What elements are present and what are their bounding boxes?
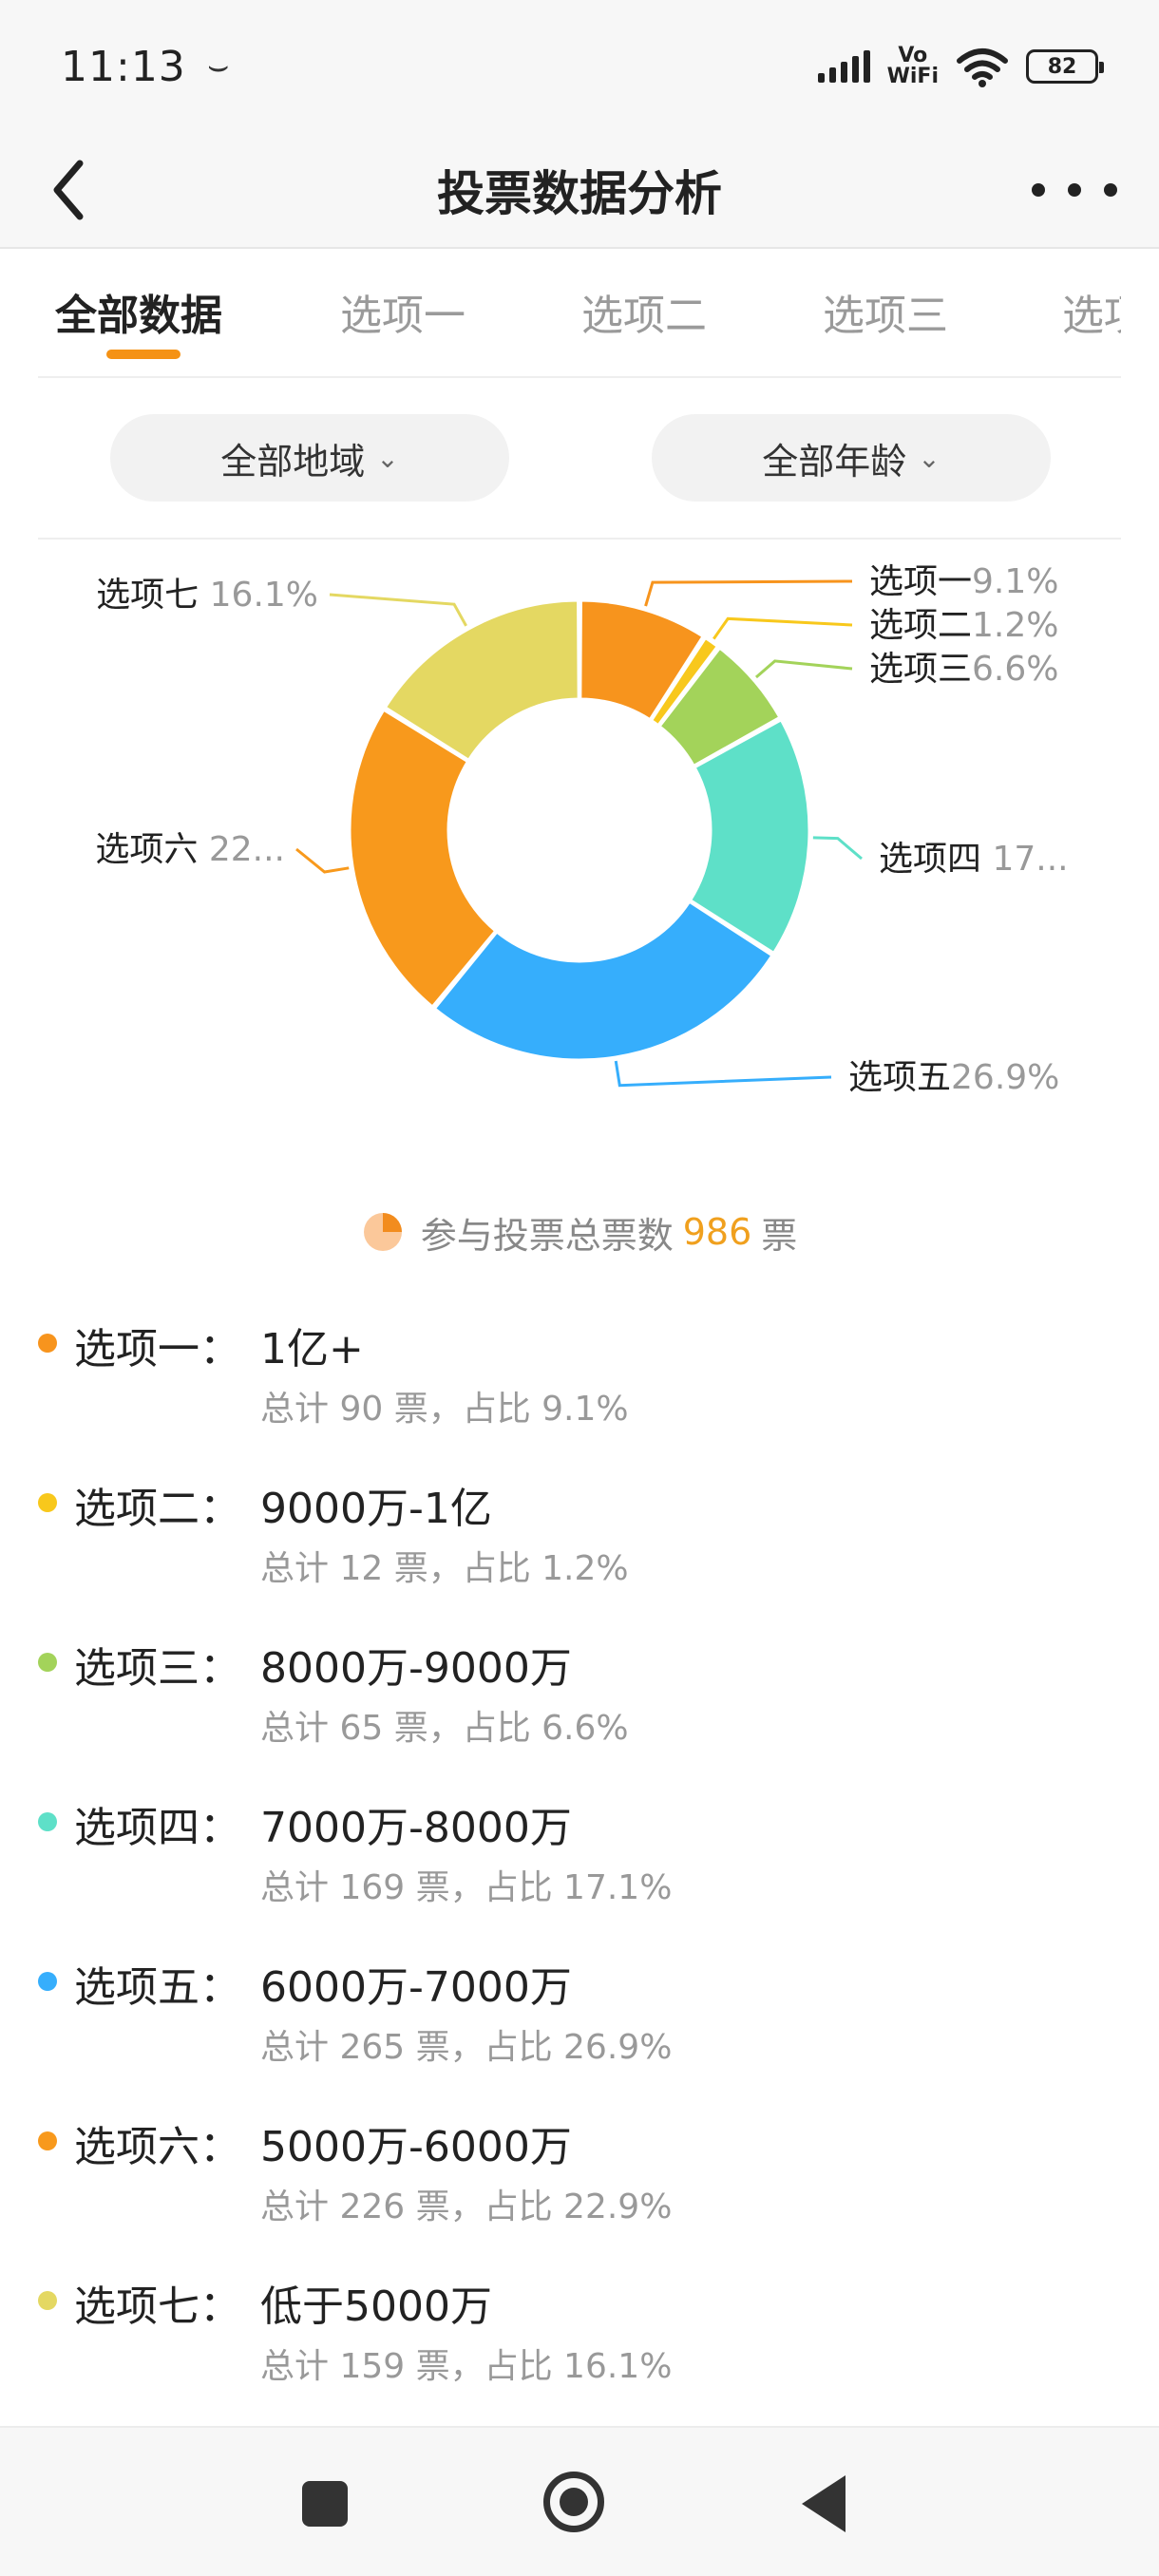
list-item: 选项五： 6000万-7000万 总计 265 票，占比 26.9%	[0, 1941, 1159, 2101]
option-name: 选项四：	[74, 1804, 241, 1852]
list-item: 选项四： 7000万-8000万 总计 169 票，占比 17.1%	[0, 1782, 1159, 1941]
option-name: 选项六：	[74, 2123, 241, 2171]
chevron-down-icon: ⌄	[918, 442, 940, 474]
legend-dot	[38, 1972, 57, 1991]
legend-dot	[38, 2131, 57, 2150]
list-item: 选项三： 8000万-9000万 总计 65 票，占比 6.6%	[0, 1622, 1159, 1782]
slice-label-2: 选项二1.2%	[869, 606, 1058, 645]
age-filter[interactable]: 全部年龄 ⌄	[652, 414, 1051, 502]
donut-chart-svg: 选项一9.1% 选项二1.2% 选项三6.6% 选项四 17... 选项五26.9% 选项…	[95, 562, 1069, 1097]
system-back-button[interactable]	[802, 2475, 846, 2532]
region-filter[interactable]: 全部地域 ⌄	[110, 414, 509, 502]
nav-bar: 投票数据分析	[0, 133, 1159, 249]
list-item: 选项六： 5000万-6000万 总计 226 票，占比 22.9%	[0, 2101, 1159, 2261]
tab-indicator	[106, 350, 180, 359]
status-extra-icon: ⌣	[206, 47, 230, 85]
option-name: 选项七：	[74, 2282, 241, 2331]
system-nav-bar	[0, 2426, 1159, 2576]
option-value: 9000万-1亿	[260, 1485, 492, 1533]
option-detail: 总计 169 票，占比 17.1%	[260, 1868, 673, 1907]
tab-option-2[interactable]: 选项二	[581, 281, 707, 342]
list-item: 选项七： 低于5000万 总计 159 票，占比 16.1%	[0, 2261, 1159, 2420]
age-filter-label: 全部年龄	[762, 440, 907, 483]
leader-line-3	[754, 659, 853, 679]
list-item: 选项二： 9000万-1亿 总计 12 票，占比 1.2%	[0, 1463, 1159, 1622]
status-icons: Vo WiFi 82	[817, 44, 1104, 88]
option-value: 8000万-9000万	[260, 1644, 572, 1693]
option-value: 6000万-7000万	[260, 1963, 572, 2012]
tab-option-4[interactable]: 选项四	[1062, 281, 1121, 342]
slice-label-1: 选项一9.1%	[869, 562, 1058, 601]
option-detail: 总计 265 票，占比 26.9%	[260, 2028, 673, 2067]
option-name: 选项二：	[74, 1485, 241, 1533]
leader-line-5	[614, 1060, 832, 1088]
status-bar: 11:13 ⌣ Vo WiFi 82	[0, 0, 1159, 133]
main-content: 全部数据 选项一 选项二 选项三 选项四 全部地域 ⌄ 全部年龄 ⌄ 选项一9.…	[0, 249, 1159, 2426]
slice-label-6: 选项六 22...	[95, 830, 285, 869]
option-list: 选项一： 1亿+ 总计 90 票，占比 9.1% 选项二： 9000万-1亿 总…	[0, 1303, 1159, 2420]
option-value: 7000万-8000万	[260, 1804, 572, 1852]
total-votes-label: 参与投票总票数	[420, 1214, 674, 1257]
slice-label-3: 选项三6.6%	[869, 650, 1058, 689]
option-value: 低于5000万	[260, 2282, 492, 2331]
legend-dot	[38, 1493, 57, 1512]
vowifi-icon: Vo WiFi	[886, 44, 939, 88]
option-value: 1亿+	[260, 1325, 364, 1373]
filter-row: 全部地域 ⌄ 全部年龄 ⌄	[38, 378, 1121, 540]
option-detail: 总计 90 票，占比 9.1%	[260, 1390, 629, 1429]
tab-option-3[interactable]: 选项三	[823, 281, 948, 342]
option-detail: 总计 159 票，占比 16.1%	[260, 2347, 673, 2386]
legend-dot	[38, 1334, 57, 1353]
slice-label-4: 选项四 17...	[879, 840, 1069, 879]
more-icon[interactable]	[1032, 161, 1117, 218]
slice-label-5: 选项五26.9%	[848, 1058, 1059, 1097]
option-detail: 总计 12 票，占比 1.2%	[260, 1549, 629, 1588]
total-votes-count: 986	[682, 1211, 752, 1253]
signal-icon	[817, 50, 870, 83]
leader-line-7	[329, 593, 467, 627]
slice-label-7: 选项七 16.1%	[96, 576, 318, 615]
legend-dot	[38, 1653, 57, 1672]
pie-chart-icon	[363, 1213, 402, 1251]
wifi-icon	[957, 48, 1008, 87]
option-name: 选项一：	[74, 1325, 241, 1373]
home-button[interactable]	[543, 2472, 604, 2532]
battery-level: 82	[1047, 54, 1077, 79]
region-filter-label: 全部地域	[220, 440, 366, 483]
legend-dot	[38, 2291, 57, 2310]
chevron-down-icon: ⌄	[376, 442, 399, 474]
option-detail: 总计 226 票，占比 22.9%	[260, 2188, 673, 2226]
legend-dot	[38, 1812, 57, 1831]
battery-icon: 82	[1026, 49, 1104, 84]
tab-option-1[interactable]: 选项一	[340, 281, 466, 342]
option-name: 选项五：	[74, 1963, 241, 2012]
list-item: 选项一： 1亿+ 总计 90 票，占比 9.1%	[0, 1303, 1159, 1463]
option-detail: 总计 65 票，占比 6.6%	[260, 1709, 629, 1748]
page-title: 投票数据分析	[437, 166, 722, 221]
total-votes-unit: 票	[761, 1214, 798, 1257]
option-name: 选项三：	[74, 1644, 241, 1693]
recent-apps-button[interactable]	[302, 2481, 348, 2527]
tab-bar: 全部数据 选项一 选项二 选项三 选项四	[38, 249, 1121, 378]
tab-all-data[interactable]: 全部数据	[55, 281, 222, 342]
leader-line-6	[295, 847, 350, 874]
leader-line-2	[712, 616, 853, 640]
leader-line-1	[644, 579, 853, 607]
status-time: 11:13	[61, 42, 186, 91]
donut-chart: 选项一9.1% 选项二1.2% 选项三6.6% 选项四 17... 选项五26.9% 选项…	[0, 543, 1159, 1227]
back-icon[interactable]	[38, 152, 114, 228]
leader-line-4	[812, 836, 863, 861]
option-value: 5000万-6000万	[260, 2123, 572, 2171]
total-votes: 参与投票总票数 986 票	[0, 1199, 1159, 1265]
